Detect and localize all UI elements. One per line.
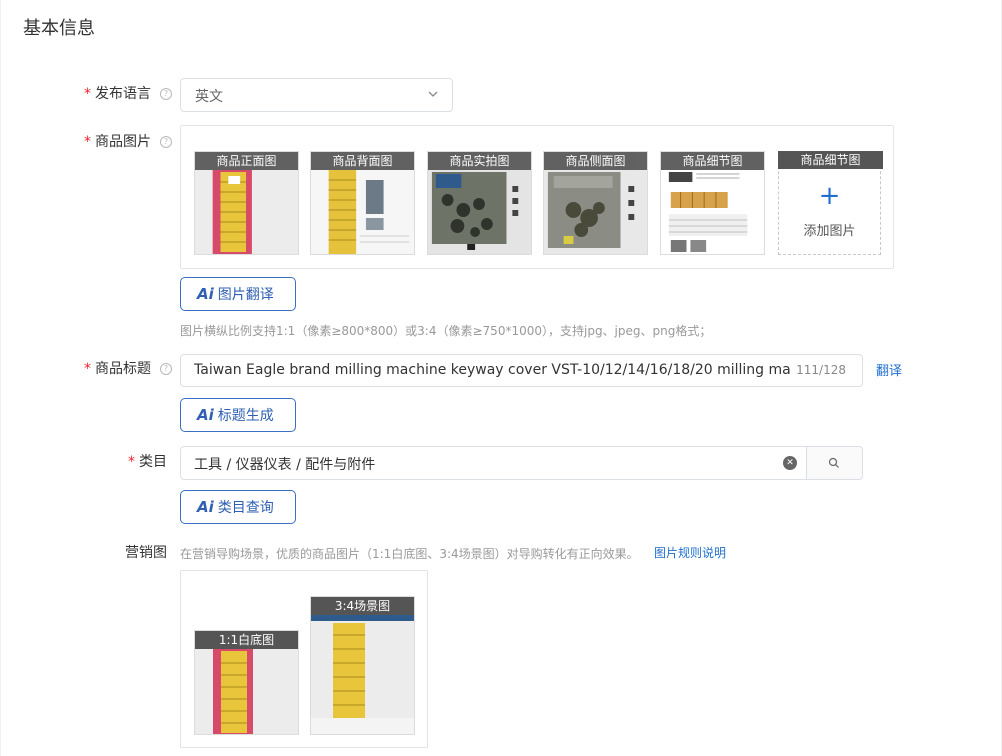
marketing-images-panel: 1:1白底图 3:4场景图: [180, 570, 428, 748]
title-input[interactable]: Taiwan Eagle brand milling machine keywa…: [180, 354, 863, 387]
ai-icon: Ai: [197, 285, 214, 303]
search-button[interactable]: [807, 447, 862, 479]
marketing-label: 营销图: [125, 545, 167, 561]
marketing-hint: 在营销导购场景，优质的商品图片（1:1白底图、3:4场景图）对导购转化有正向效果…: [180, 547, 639, 561]
product-photo: [311, 615, 414, 718]
add-image-label: 添加图片: [803, 224, 856, 239]
product-image-actual[interactable]: 商品实拍图: [427, 151, 532, 255]
title-generate-button[interactable]: Ai 标题生成: [180, 398, 296, 432]
category-query-button[interactable]: Ai 类目查询: [180, 490, 296, 524]
help-icon[interactable]: ?: [160, 363, 172, 375]
image-caption: 1:1白底图: [195, 631, 298, 649]
language-value: 英文: [195, 89, 223, 105]
image-translate-button[interactable]: Ai 图片翻译: [180, 277, 296, 311]
image-hint: 图片横纵比例支持1:1（像素≥800*800）或3:4（像素≥750*1000）…: [180, 324, 712, 338]
add-image-button[interactable]: 商品细节图 + 添加图片: [778, 151, 883, 255]
product-image-detail[interactable]: 商品细节图: [660, 151, 765, 255]
search-icon: [828, 457, 839, 468]
product-photo: [195, 170, 298, 254]
chevron-down-icon: [428, 91, 438, 97]
image-caption: 商品细节图: [778, 151, 883, 169]
basic-info-card: 基本信息 * 发布语言 ? 英文 * 商品图片 ? 商品正面图 商品背面图 商品…: [0, 0, 1002, 756]
help-icon[interactable]: ?: [160, 136, 172, 148]
product-images-panel: 商品正面图 商品背面图 商品实拍图 商品侧面图 商品细节图 商品细节图 + 添加…: [180, 125, 894, 269]
marketing-image-square[interactable]: 1:1白底图: [194, 630, 299, 735]
clear-icon[interactable]: ✕: [783, 456, 797, 470]
product-image-back[interactable]: 商品背面图: [310, 151, 415, 255]
title-value: Taiwan Eagle brand milling machine keywa…: [194, 362, 790, 378]
category-value: 工具 / 仪器仪表 / 配件与附件: [194, 457, 376, 473]
language-label: * 发布语言: [84, 86, 151, 102]
marketing-image-scene[interactable]: 3:4场景图: [310, 596, 415, 735]
title-label: * 商品标题: [84, 361, 151, 377]
language-select[interactable]: 英文: [180, 78, 453, 112]
translate-link[interactable]: 翻译: [876, 360, 902, 379]
help-icon[interactable]: ?: [160, 88, 172, 100]
product-photo: [544, 170, 647, 254]
required-mark: *: [84, 134, 91, 150]
image-caption: 商品正面图: [195, 152, 298, 170]
ai-icon: Ai: [197, 406, 214, 424]
required-mark: *: [128, 454, 135, 470]
image-caption: 商品细节图: [661, 152, 764, 170]
product-photo: [311, 170, 414, 254]
image-caption: 商品侧面图: [544, 152, 647, 170]
section-title: 基本信息: [23, 18, 95, 39]
required-mark: *: [84, 86, 91, 102]
product-image-front[interactable]: 商品正面图: [194, 151, 299, 255]
category-label: * 类目: [128, 454, 167, 470]
ai-icon: Ai: [197, 498, 214, 516]
product-image-side[interactable]: 商品侧面图: [543, 151, 648, 255]
image-caption: 商品背面图: [311, 152, 414, 170]
product-photo: [661, 170, 764, 254]
plus-icon: +: [818, 181, 841, 211]
images-label: * 商品图片: [84, 134, 151, 150]
product-photo: [195, 649, 298, 734]
image-rules-link[interactable]: 图片规则说明: [654, 544, 726, 561]
image-caption: 商品实拍图: [428, 152, 531, 170]
category-input[interactable]: 工具 / 仪器仪表 / 配件与附件 ✕: [180, 446, 863, 480]
required-mark: *: [84, 361, 91, 377]
product-photo: [428, 170, 531, 254]
image-caption: 3:4场景图: [311, 597, 414, 615]
char-count: 111/128: [796, 363, 846, 377]
